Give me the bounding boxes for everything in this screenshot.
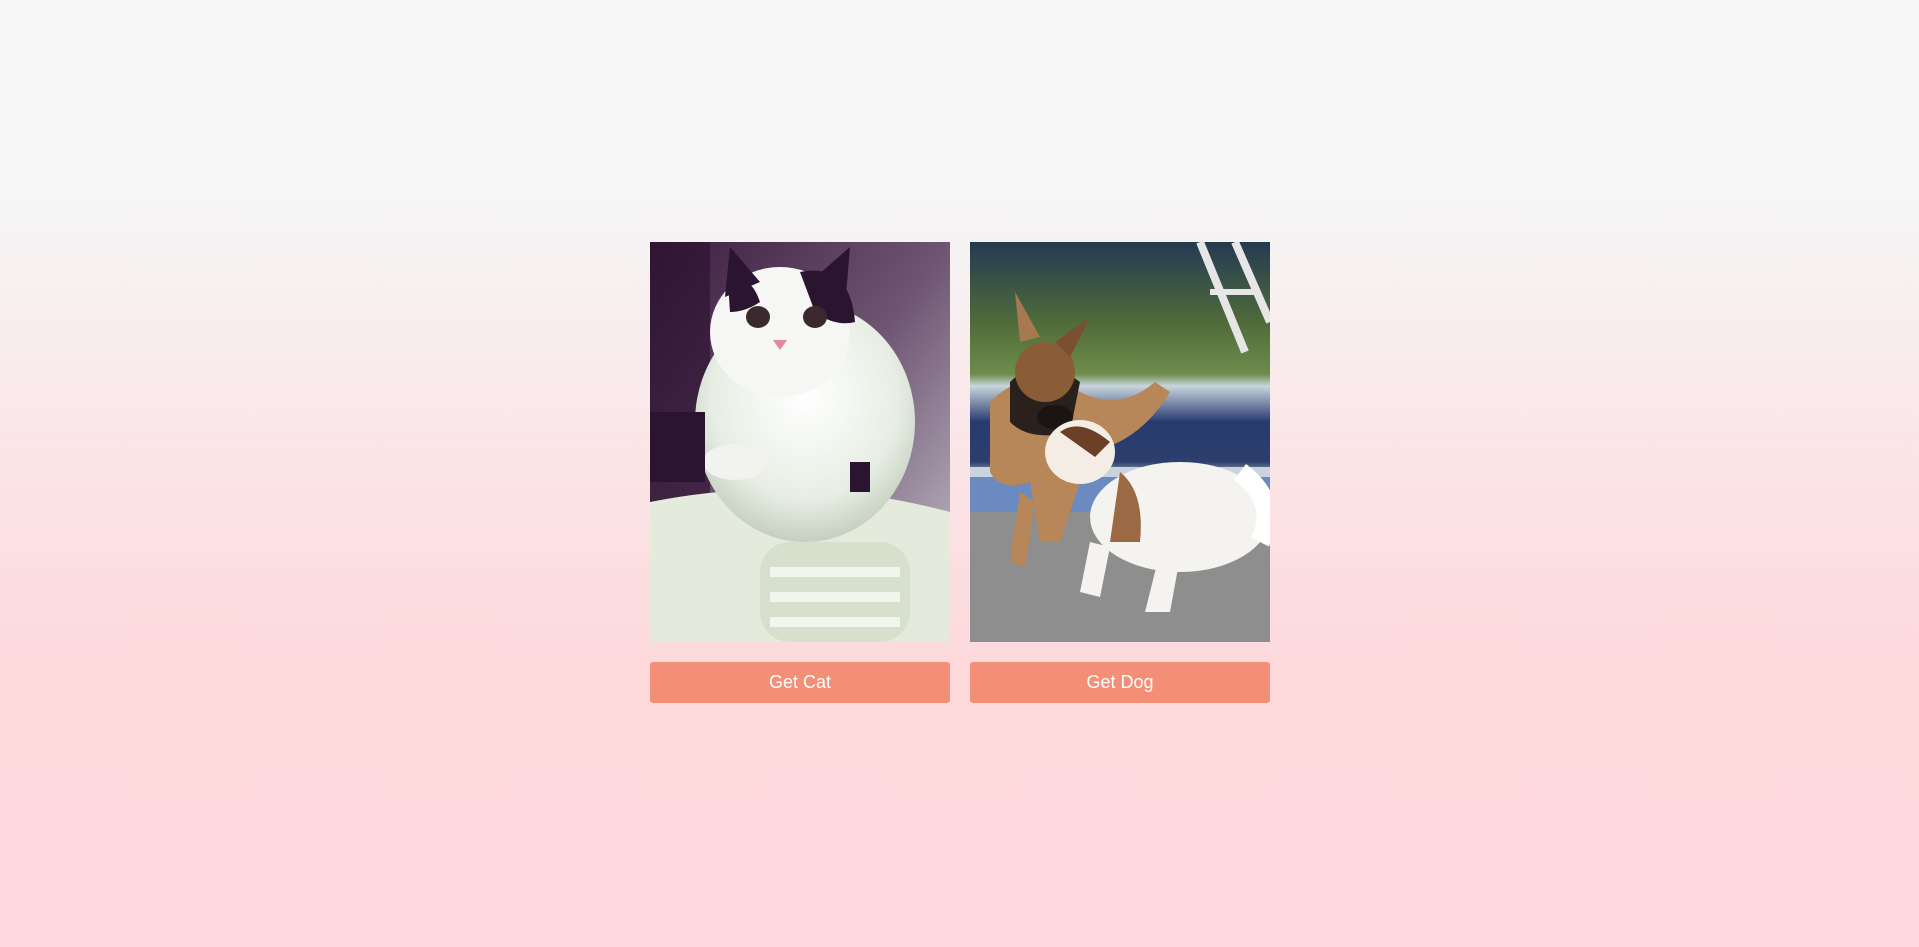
- pet-gallery: Get Cat Get Dog: [650, 242, 1270, 703]
- cat-card: Get Cat: [650, 242, 950, 703]
- get-cat-button[interactable]: Get Cat: [650, 662, 950, 703]
- cat-photo: [650, 242, 950, 642]
- get-dog-button[interactable]: Get Dog: [970, 662, 1270, 703]
- dog-card: Get Dog: [970, 242, 1270, 703]
- dog-photo: [970, 242, 1270, 642]
